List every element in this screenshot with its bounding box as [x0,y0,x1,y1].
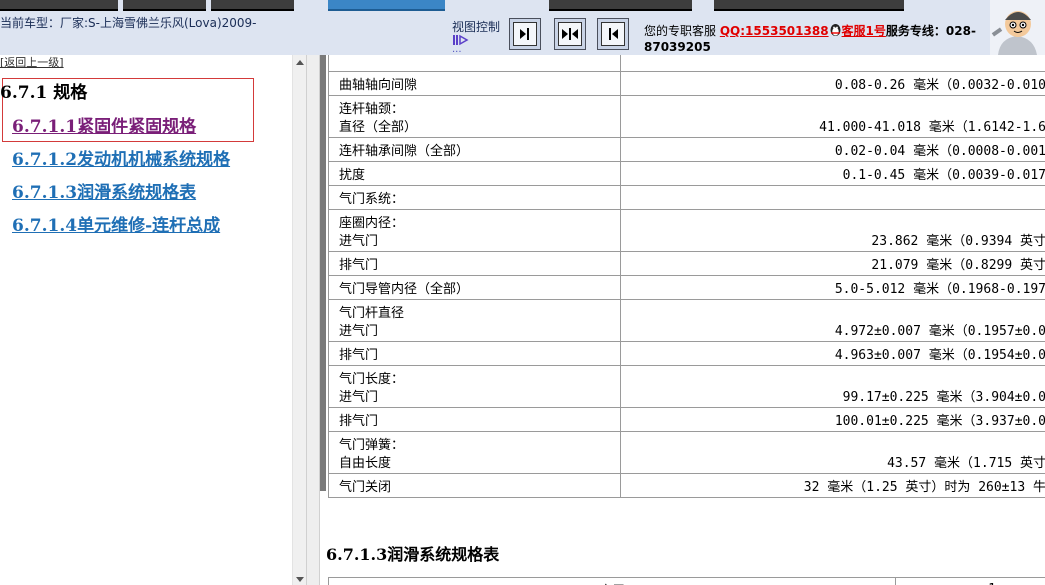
view-control-more[interactable]: ... [452,44,462,55]
top-toolbar: 当前车型：厂家:S-上海雪佛兰乐风(Lova)2009- 视图控制 ... 您的… [0,0,1045,55]
spec-value-cell: 41.000-41.018 毫米（1.6142-1.6 [620,95,1045,138]
spec-name-cell: 扰度 [328,161,621,186]
spec-name-cell [328,55,621,72]
table-row: 气门关闭 32 毫米（1.25 英寸）时为 260±13 牛 [328,473,1045,498]
spec-value-cell: 5.0-5.012 毫米（0.1968-0.197 [620,275,1045,300]
scroll-up-arrow-icon[interactable] [296,60,304,65]
nav-item-lubrication-specs[interactable]: 6.7.1.3润滑系统规格表 [12,178,196,203]
table-row: 曲轴轴向间隙 0.08-0.26 毫米（0.0032-0.010 [328,71,1045,96]
spec-name-cell: 座圈内径： 进气门 [328,209,621,252]
spec-value-cell [620,185,1045,210]
table-row: 排气门 21.079 毫米（0.8299 英寸 [328,251,1045,276]
table-header-row: 应用 1 [328,577,1045,585]
table-row: 气门弹簧： 自由长度 43.57 毫米（1.715 英寸 [328,431,1045,474]
lubrication-section-title: 6.7.1.3润滑系统规格表 [326,545,500,564]
table-header-cell: 1 [895,577,1045,585]
left-nav-pane: [返回上一级] 6.7.1 规格 6.7.1.1紧固件紧固规格 6.7.1.2发… [0,55,292,585]
nav-item-engine-mechanical-specs[interactable]: 6.7.1.2发动机机械系统规格 [12,145,230,170]
spec-name-cell: 连杆轴颈： 直径（全部） [328,95,621,138]
spec-name-cell: 气门长度： 进气门 [328,365,621,408]
nav-item-connecting-rod-assembly[interactable]: 6.7.1.4单元维修-连杆总成 [12,211,220,236]
lubrication-spec-table: 应用 1 [328,577,1045,585]
left-pane-scrollbar[interactable] [292,55,306,585]
spec-value-cell: 100.01±0.225 毫米（3.937±0.0 [620,407,1045,432]
toolbar-tab-active[interactable] [328,0,445,11]
toolbar-tab-1[interactable] [0,0,118,11]
table-row: 排气门 4.963±0.007 毫米（0.1954±0.0 [328,341,1045,366]
table-header-cell: 应用 [328,577,896,585]
toolbar-tab-5[interactable] [549,0,692,11]
view-left-pane-button[interactable] [597,18,629,50]
table-row: 气门导管内径（全部） 5.0-5.012 毫米（0.1968-0.197 [328,275,1045,300]
table-row: 气门系统： [328,185,1045,210]
spec-name-cell: 排气门 [328,341,621,366]
arrow-left-bar-icon [609,28,618,40]
spec-name-cell: 气门杆直径 进气门 [328,299,621,342]
content-pane: 曲轴轴向间隙 0.08-0.26 毫米（0.0032-0.010 连杆轴颈： 直径（… [320,55,1045,585]
support-qq-link[interactable]: QQ:1553501388 [720,24,829,38]
nav-section-title: 6.7.1 规格 [0,83,88,103]
spec-value-cell: 0.02-0.04 毫米（0.0008-0.001 [620,137,1045,162]
spec-value-cell: 4.963±0.007 毫米（0.1954±0.0 [620,341,1045,366]
table-row: 排气门 100.01±0.225 毫米（3.937±0.0 [328,407,1045,432]
spec-value-cell: 32 毫米（1.25 英寸）时为 260±13 牛 [620,473,1045,498]
scroll-down-arrow-icon[interactable] [296,577,304,582]
spec-value-cell [620,55,1045,72]
spec-name-cell: 气门导管内径（全部） [328,275,621,300]
table-row: 扰度 0.1-0.45 毫米（0.0039-0.017 [328,161,1045,186]
spec-name-cell: 曲轴轴向间隙 [328,71,621,96]
spec-value-cell: 0.1-0.45 毫米（0.0039-0.017 [620,161,1045,186]
spec-name-cell: 排气门 [328,251,621,276]
content-left-border [320,55,326,491]
hotline-label: 服务专线： [885,24,946,38]
toolbar-tab-6[interactable] [714,0,904,11]
toolbar-tab-2[interactable] [123,0,206,11]
back-to-parent-link[interactable]: [返回上一级] [0,55,64,70]
spec-name-cell: 连杆轴承间隙（全部） [328,137,621,162]
spec-value-cell: 99.17±0.225 毫米（3.904±0.0 [620,365,1045,408]
table-row: 气门长度： 进气门 99.17±0.225 毫米（3.904±0.0 [328,365,1045,408]
spec-name-cell: 气门系统： [328,185,621,210]
spec-value-cell: 43.57 毫米（1.715 英寸 [620,431,1045,474]
customer-support-info: 您的专职客服 QQ:1553501388 客服1号服务专线：028-8703920… [644,23,994,55]
current-vehicle-label: 当前车型：厂家:S-上海雪佛兰乐风(Lova)2009- [0,16,257,30]
spec-value-cell: 21.079 毫米（0.8299 英寸 [620,251,1045,276]
table-row [328,55,1045,72]
table-row: 座圈内径： 进气门 23.862 毫米（0.9394 英寸 [328,209,1045,252]
spec-name-cell: 气门弹簧： 自由长度 [328,431,621,474]
arrow-right-bar-icon [520,28,529,40]
spec-value-cell: 0.08-0.26 毫米（0.0032-0.010 [620,71,1045,96]
engine-spec-table: 曲轴轴向间隙 0.08-0.26 毫米（0.0032-0.010 连杆轴颈： 直径（… [328,55,1045,498]
spec-value-cell: 23.862 毫米（0.9394 英寸 [620,209,1045,252]
table-row: 连杆轴承间隙（全部） 0.02-0.04 毫米（0.0008-0.001 [328,137,1045,162]
support-agent-link[interactable]: 客服1号 [842,24,886,38]
arrows-inward-icon [562,28,578,40]
table-row: 连杆轴颈： 直径（全部） 41.000-41.018 毫米（1.6142-1.6 [328,95,1045,138]
qq-penguin-icon [829,23,842,37]
spec-value-cell: 4.972±0.007 毫米（0.1957±0.0 [620,299,1045,342]
mascot-mechanic-icon [990,0,1045,55]
pane-splitter[interactable] [306,55,320,585]
view-split-pane-button[interactable] [554,18,586,50]
spec-name-cell: 气门关闭 [328,473,621,498]
view-right-pane-button[interactable] [509,18,541,50]
spec-name-cell: 排气门 [328,407,621,432]
nav-item-fastener-specs[interactable]: 6.7.1.1紧固件紧固规格 [12,112,196,137]
support-prefix: 您的专职客服 [644,24,717,38]
table-row: 气门杆直径 进气门 4.972±0.007 毫米（0.1957±0.0 [328,299,1045,342]
toolbar-tab-3[interactable] [211,0,294,11]
